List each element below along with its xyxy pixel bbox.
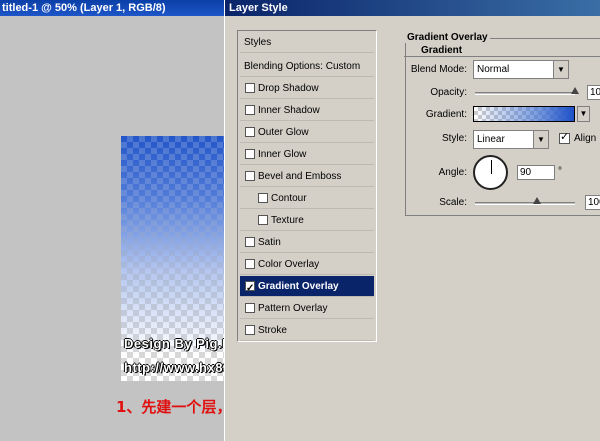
style-item-label: Bevel and Emboss bbox=[258, 171, 342, 182]
opacity-slider-thumb[interactable] bbox=[571, 87, 579, 94]
angle-dial[interactable] bbox=[473, 155, 508, 190]
style-checkbox-satin[interactable] bbox=[245, 237, 255, 247]
style-checkbox-contour[interactable] bbox=[258, 193, 268, 203]
subgroup-title: Gradient bbox=[419, 45, 465, 56]
blend-mode-value: Normal bbox=[477, 64, 510, 75]
style-checkbox-drop-shadow[interactable] bbox=[245, 83, 255, 93]
opacity-slider[interactable] bbox=[475, 92, 575, 95]
style-checkbox-stroke[interactable] bbox=[245, 325, 255, 335]
style-item-stroke[interactable]: Stroke bbox=[240, 320, 374, 341]
style-checkbox-texture[interactable] bbox=[258, 215, 268, 225]
style-item-label: Inner Shadow bbox=[258, 105, 320, 116]
blend-mode-select[interactable]: Normal ▼ bbox=[473, 60, 569, 79]
section-title: Gradient Overlay bbox=[405, 32, 490, 43]
style-item-drop-shadow[interactable]: Drop Shadow bbox=[240, 78, 374, 99]
blending-options-item[interactable]: Blending Options: Custom bbox=[240, 56, 374, 77]
chevron-down-icon[interactable]: ▼ bbox=[533, 131, 548, 148]
style-item-outer-glow[interactable]: Outer Glow bbox=[240, 122, 374, 143]
gradient-label: Gradient: bbox=[425, 109, 467, 120]
styles-list: Styles Blending Options: Custom Drop Sha… bbox=[237, 30, 377, 342]
angle-unit: ° bbox=[558, 166, 562, 177]
style-checkbox-gradient-overlay[interactable] bbox=[245, 278, 255, 299]
style-item-bevel-and-emboss[interactable]: Bevel and Emboss bbox=[240, 166, 374, 187]
scale-label: Scale: bbox=[439, 197, 467, 208]
chevron-down-icon[interactable]: ▼ bbox=[553, 61, 568, 78]
layer-style-dialog: Layer Style Styles Blending Options: Cus… bbox=[224, 0, 600, 441]
style-checkbox-pattern-overlay[interactable] bbox=[245, 303, 255, 313]
align-label: Align bbox=[574, 133, 597, 144]
blend-mode-label: Blend Mode: bbox=[410, 64, 467, 75]
style-item-label: Inner Glow bbox=[258, 149, 307, 160]
style-item-satin[interactable]: Satin bbox=[240, 232, 374, 253]
style-value: Linear bbox=[477, 134, 505, 145]
style-item-label: Gradient Overlay bbox=[258, 281, 339, 292]
style-item-contour[interactable]: Contour bbox=[240, 188, 374, 209]
scale-input[interactable]: 100 bbox=[585, 195, 600, 210]
style-item-texture[interactable]: Texture bbox=[240, 210, 374, 231]
document-title-bar[interactable]: titled-1 @ 50% (Layer 1, RGB/8) bbox=[0, 0, 226, 16]
style-checkbox-inner-glow[interactable] bbox=[245, 149, 255, 159]
chevron-down-icon[interactable]: ▼ bbox=[577, 106, 590, 122]
style-item-inner-shadow[interactable]: Inner Shadow bbox=[240, 100, 374, 121]
style-item-color-overlay[interactable]: Color Overlay bbox=[240, 254, 374, 275]
styles-header[interactable]: Styles bbox=[240, 32, 374, 53]
style-item-label: Stroke bbox=[258, 325, 287, 336]
style-item-label: Pattern Overlay bbox=[258, 303, 328, 314]
angle-dial-hand bbox=[491, 160, 492, 174]
scale-slider[interactable] bbox=[475, 202, 575, 205]
style-select[interactable]: Linear ▼ bbox=[473, 130, 549, 149]
style-item-label: Drop Shadow bbox=[258, 83, 319, 94]
scale-slider-thumb[interactable] bbox=[533, 197, 541, 204]
style-item-label: Satin bbox=[258, 237, 281, 248]
align-checkbox[interactable] bbox=[559, 130, 570, 144]
opacity-input[interactable]: 100 bbox=[587, 85, 600, 100]
opacity-label: Opacity: bbox=[430, 87, 467, 98]
style-item-label: Color Overlay bbox=[258, 259, 320, 270]
style-label: Style: bbox=[441, 133, 467, 144]
style-item-label: Texture bbox=[271, 215, 304, 226]
dialog-title-bar[interactable]: Layer Style bbox=[225, 0, 600, 16]
style-checkbox-bevel-and-emboss[interactable] bbox=[245, 171, 255, 181]
style-checkbox-color-overlay[interactable] bbox=[245, 259, 255, 269]
style-checkbox-outer-glow[interactable] bbox=[245, 127, 255, 137]
angle-input[interactable]: 90 bbox=[517, 165, 555, 180]
angle-label: Angle: bbox=[438, 167, 467, 178]
style-checkbox-inner-shadow[interactable] bbox=[245, 105, 255, 115]
style-item-label: Outer Glow bbox=[258, 127, 309, 138]
gradient-preview[interactable] bbox=[473, 106, 575, 122]
style-item-inner-glow[interactable]: Inner Glow bbox=[240, 144, 374, 165]
style-item-gradient-overlay[interactable]: Gradient Overlay bbox=[240, 276, 374, 299]
style-item-label: Contour bbox=[271, 193, 307, 204]
style-item-pattern-overlay[interactable]: Pattern Overlay bbox=[240, 298, 374, 319]
